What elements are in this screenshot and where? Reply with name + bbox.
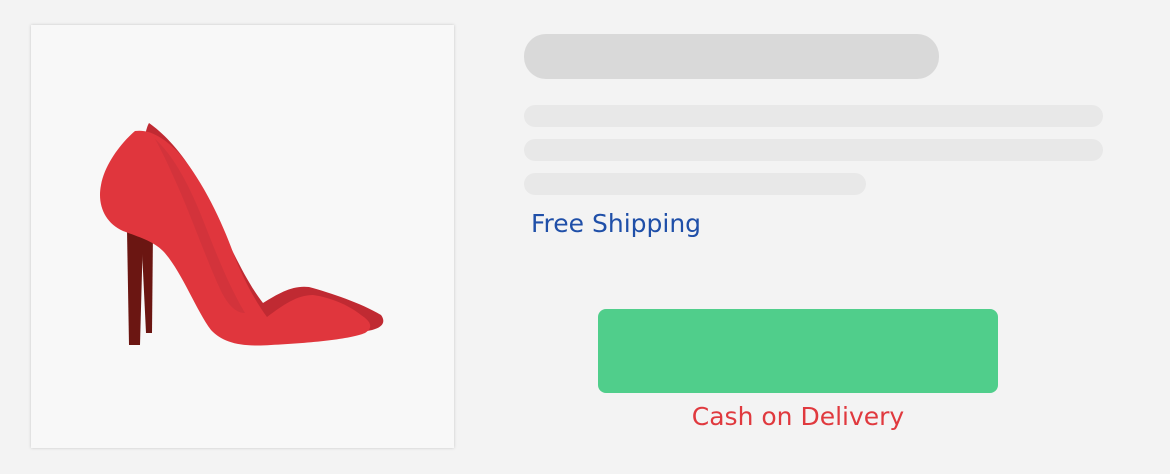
- product-image-card: [31, 25, 454, 448]
- back-heel: [141, 230, 153, 333]
- cash-on-delivery-label: Cash on Delivery: [691, 402, 905, 431]
- description-line-placeholder-3: [524, 173, 866, 195]
- buy-button[interactable]: [598, 309, 998, 393]
- front-heel: [127, 230, 143, 345]
- product-title-placeholder: [524, 34, 939, 79]
- description-line-placeholder-2: [524, 139, 1103, 161]
- description-line-placeholder-1: [524, 105, 1103, 127]
- red-high-heel-shoe-image: [99, 123, 384, 346]
- free-shipping-label: Free Shipping: [531, 209, 702, 238]
